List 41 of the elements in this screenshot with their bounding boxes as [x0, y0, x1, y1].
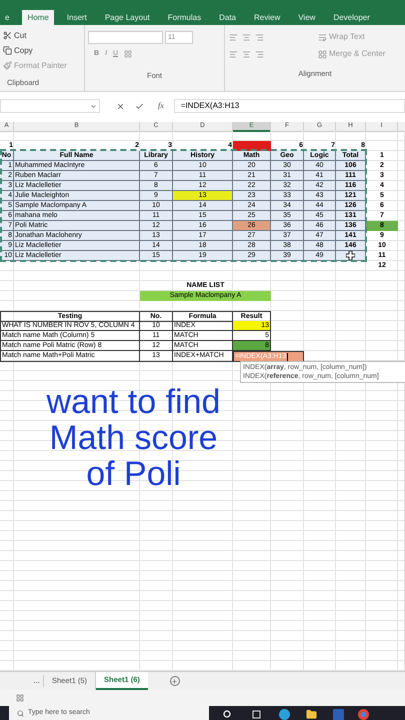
page-view-icon: [16, 694, 24, 702]
search-icon: [17, 710, 24, 716]
ribbon-tab[interactable]: Page Layout: [100, 10, 155, 25]
wrap-text-icon: [318, 32, 327, 42]
align-icon: [242, 50, 251, 58]
ribbon-tab[interactable]: View: [293, 10, 320, 25]
align-icon: [255, 50, 264, 58]
align-icon: [255, 32, 264, 42]
merge-icon: [318, 50, 327, 58]
align-icon: [229, 50, 238, 58]
folder-icon: [306, 709, 317, 720]
ribbon-tab[interactable]: Data: [214, 10, 241, 25]
task-view-icon[interactable]: [252, 710, 261, 719]
browser-icon[interactable]: [358, 709, 369, 720]
align-icon: [242, 32, 251, 42]
chevron-down-icon: [90, 102, 97, 110]
ribbon-tab[interactable]: Review: [249, 10, 286, 25]
formula-field[interactable]: =INDEX(A3:H13: [174, 99, 405, 113]
cut-button[interactable]: Cut: [3, 29, 84, 42]
paintbrush-icon: [3, 61, 12, 70]
function-icon[interactable]: fx: [158, 100, 164, 112]
ribbon-tab[interactable]: Developer: [328, 10, 375, 25]
plus-icon: [171, 678, 178, 684]
caption: want to find Math score of Poli: [46, 384, 222, 492]
search-icon[interactable]: [223, 710, 232, 719]
align-icon: [229, 32, 238, 42]
copy-icon: [3, 46, 12, 55]
more-sheets-button[interactable]: ...: [30, 675, 44, 687]
ribbon-tab[interactable]: Insert: [62, 10, 92, 25]
scissors-icon: [3, 31, 12, 40]
ribbon-tab[interactable]: Home: [22, 10, 54, 25]
font-name-field[interactable]: [88, 31, 163, 44]
copy-button[interactable]: Copy: [3, 44, 84, 57]
cancel-icon: [116, 102, 125, 110]
add-sheet-button[interactable]: [170, 676, 180, 686]
plus-cursor-icon: [346, 251, 355, 260]
ribbon-tab[interactable]: e: [0, 10, 14, 25]
browser-icon[interactable]: [279, 709, 290, 720]
borders-icon: [124, 50, 132, 58]
ribbon-tab[interactable]: Formulas: [162, 10, 206, 25]
check-icon: [135, 102, 144, 110]
